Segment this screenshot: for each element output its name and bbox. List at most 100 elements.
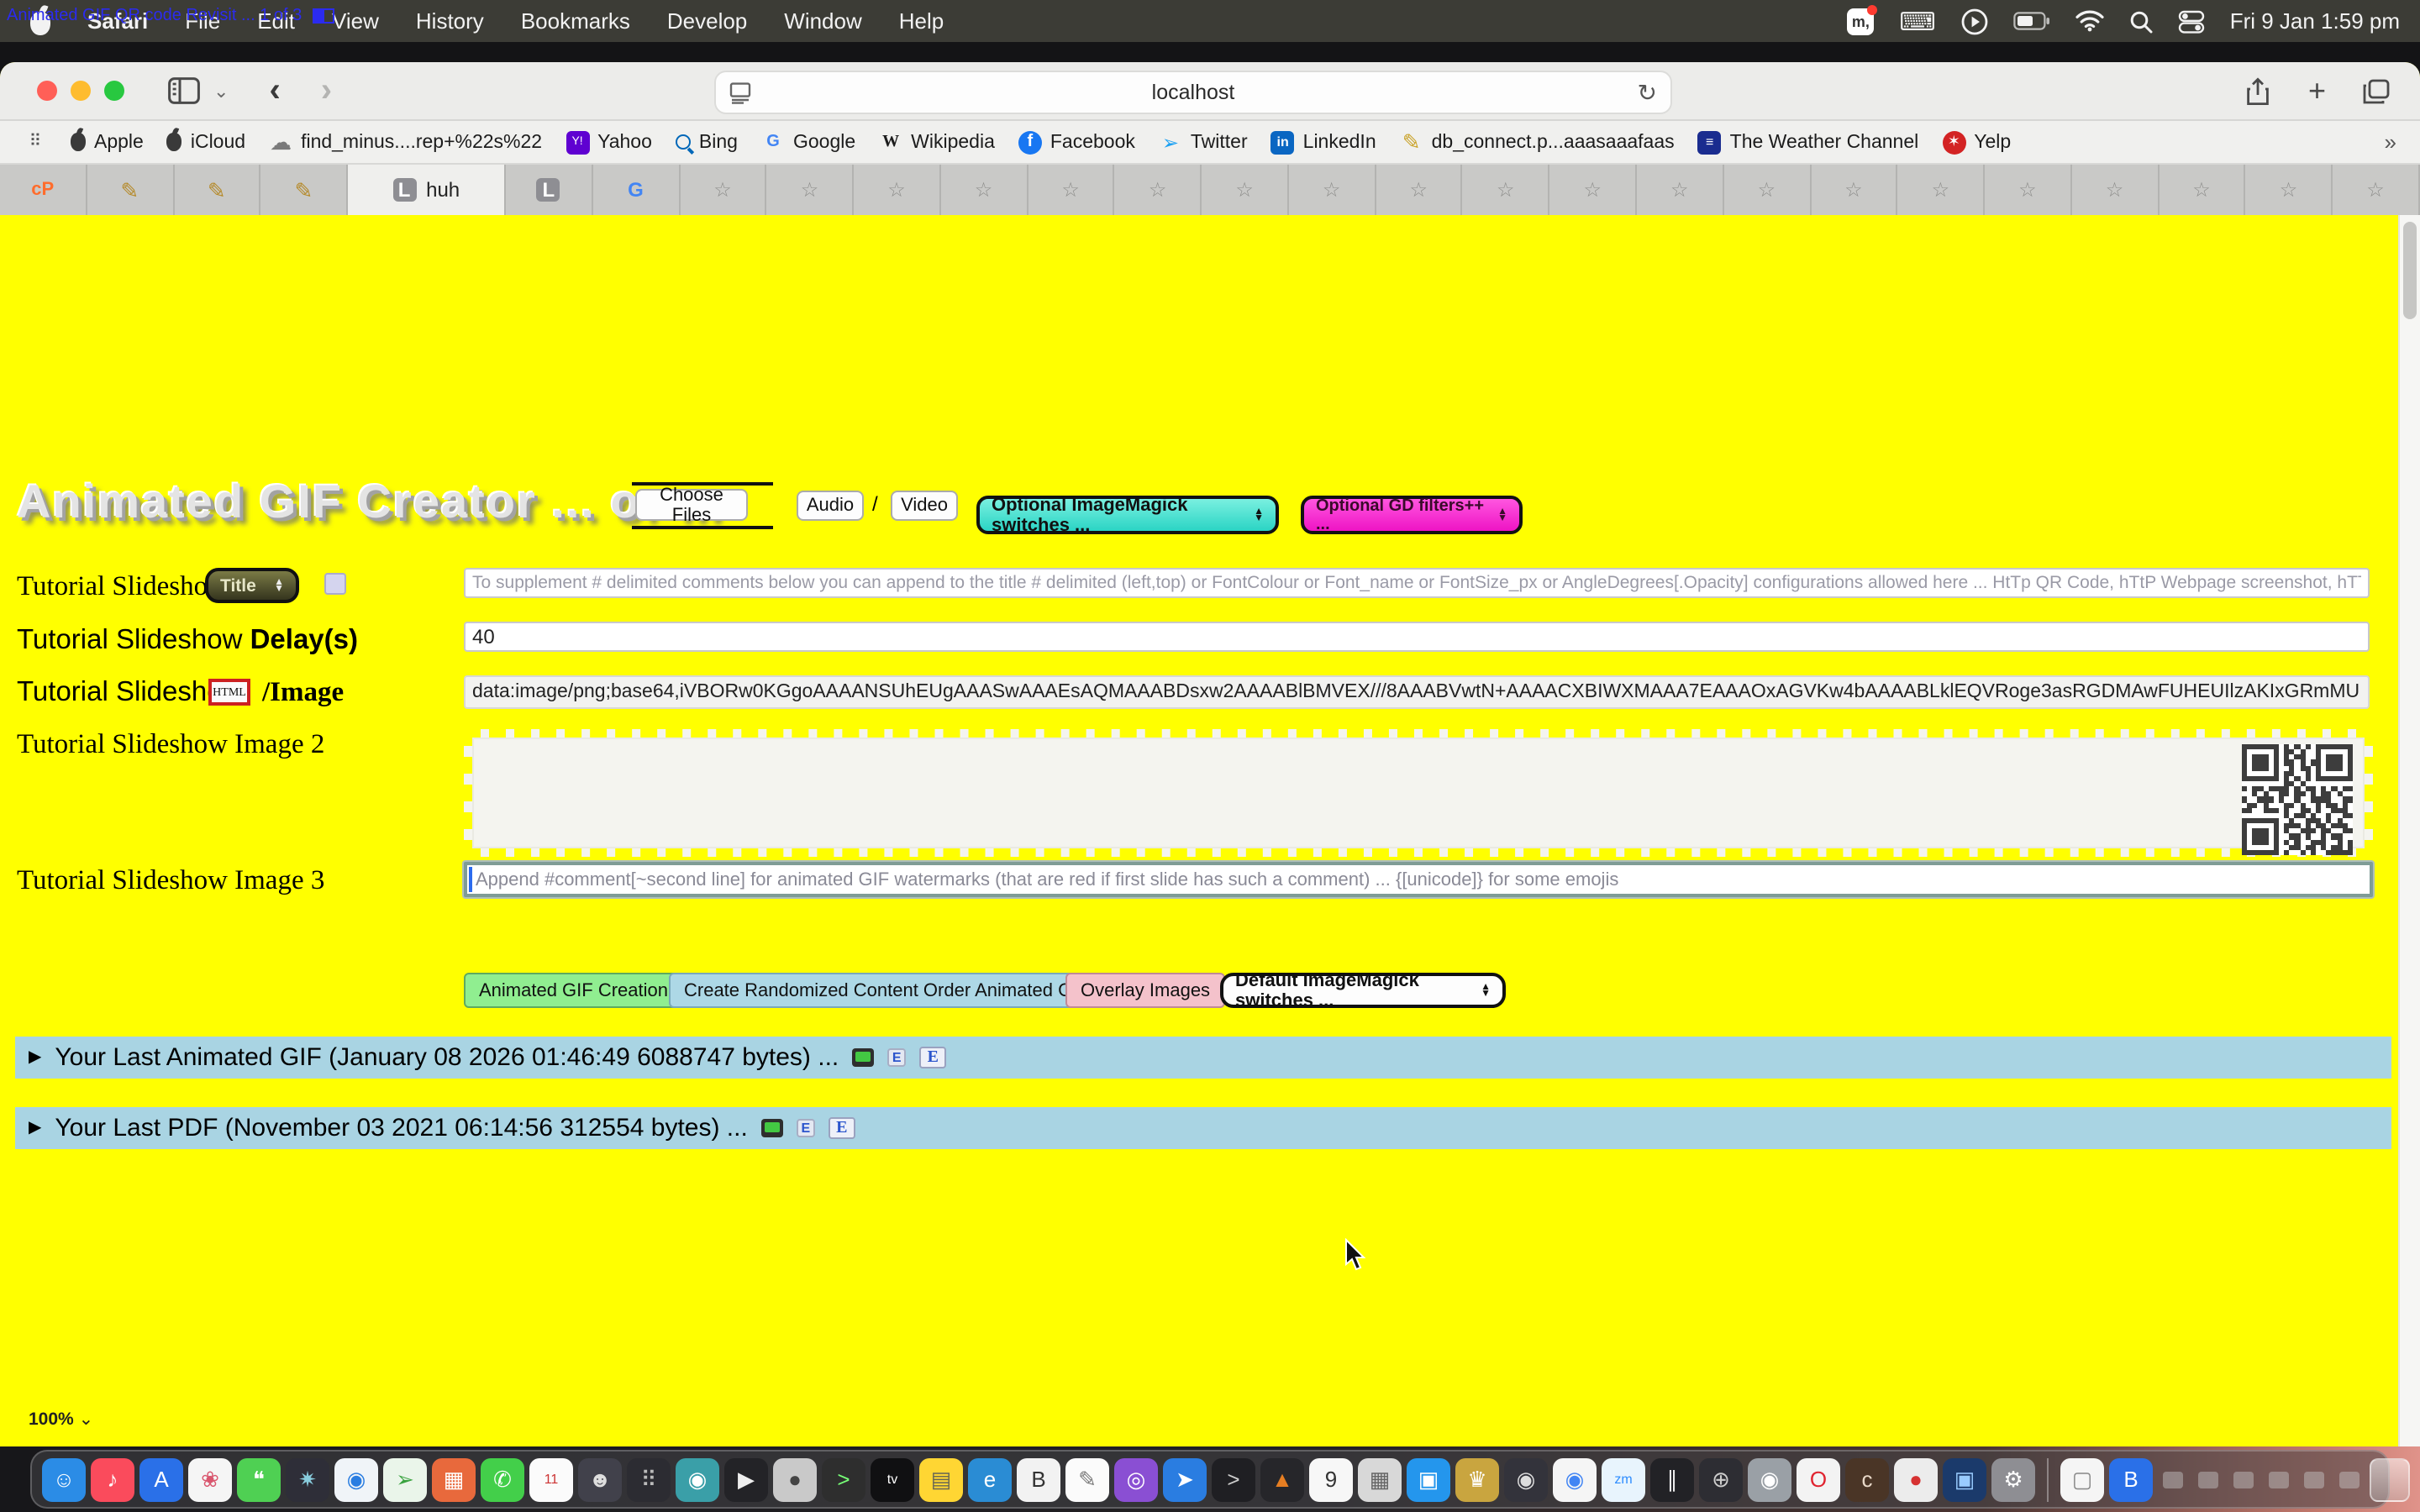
tab-empty[interactable]: ☆ xyxy=(2072,165,2160,215)
tab-localhost[interactable]: L xyxy=(506,165,593,215)
tab-empty[interactable]: ☆ xyxy=(2333,165,2420,215)
menu-item-bookmarks[interactable]: Bookmarks xyxy=(521,8,630,34)
dock-app-gray-app-2[interactable]: ▦ xyxy=(1358,1457,1402,1501)
dock-app-system-settings[interactable]: ⚙ xyxy=(1991,1457,2035,1501)
dock-app-camera-app[interactable]: ◉ xyxy=(1504,1457,1548,1501)
sidebar-icon[interactable] xyxy=(168,77,200,104)
minimized-window[interactable] xyxy=(2269,1471,2289,1488)
bookmark-item[interactable]: Bing xyxy=(676,132,738,152)
dock-app-coffee-app[interactable]: c xyxy=(1845,1457,1889,1501)
play-icon[interactable] xyxy=(1961,8,1988,34)
tab-huh[interactable]: Lhuh xyxy=(348,165,506,215)
forward-button[interactable]: › xyxy=(321,74,332,108)
dock-app-parallels[interactable]: ∥ xyxy=(1650,1457,1694,1501)
disclosure-triangle-icon[interactable]: ▶ xyxy=(29,1048,41,1067)
dock-app-bbedit[interactable]: B xyxy=(1017,1457,1060,1501)
dock-app-textedit[interactable]: ✎ xyxy=(1065,1457,1109,1501)
tab-empty[interactable]: ☆ xyxy=(1289,165,1376,215)
minimized-window[interactable] xyxy=(2198,1471,2218,1488)
dock-app-safari[interactable]: ◉ xyxy=(334,1457,378,1501)
envelope-icon[interactable]: E xyxy=(919,1047,946,1068)
menu-item-view[interactable]: View xyxy=(332,8,379,34)
choose-files-button[interactable]: Choose Files xyxy=(635,489,748,521)
tab-empty[interactable]: ☆ xyxy=(1202,165,1289,215)
minimized-window[interactable] xyxy=(2163,1471,2183,1488)
dock-app-finder[interactable]: ☺ xyxy=(42,1457,86,1501)
dock-app-zoom[interactable]: zm xyxy=(1602,1457,1645,1501)
zoom-button[interactable] xyxy=(104,81,124,101)
dock-app-calendar[interactable]: 11 xyxy=(529,1457,573,1501)
bookmark-item[interactable]: GGoogle xyxy=(761,130,855,154)
title-select[interactable]: Title ▲▼ xyxy=(205,568,299,603)
url-field[interactable]: localhost ↻ xyxy=(714,71,1672,114)
keyboard-icon[interactable]: ⌨ xyxy=(1899,6,1935,36)
tab-empty[interactable]: ☆ xyxy=(680,165,767,215)
last-gif-summary[interactable]: ▶ Your Last Animated GIF (January 08 202… xyxy=(15,1037,2391,1079)
audio-button[interactable]: Audio xyxy=(797,491,864,521)
bookmark-item[interactable]: ⠿ xyxy=(24,130,47,154)
tab-empty[interactable]: ☆ xyxy=(1811,165,1898,215)
tab-editor-1[interactable]: ✎ xyxy=(87,165,175,215)
dock-app-vlc[interactable]: ▲ xyxy=(1260,1457,1304,1501)
bookmark-item[interactable]: inLinkedIn xyxy=(1271,130,1376,154)
minimize-button[interactable] xyxy=(71,81,91,101)
dock-app-contacts[interactable]: ☻ xyxy=(578,1457,622,1501)
dock-app-app-window[interactable]: ▢ xyxy=(2060,1457,2104,1501)
dock-app-numbers-9[interactable]: 9 xyxy=(1309,1457,1353,1501)
disclosure-triangle-icon[interactable]: ▶ xyxy=(29,1119,41,1137)
dock-app-gold-app[interactable]: ♛ xyxy=(1455,1457,1499,1501)
dock-app-launchpad[interactable]: ⠿ xyxy=(627,1457,671,1501)
tab-editor-3[interactable]: ✎ xyxy=(261,165,349,215)
tab-empty[interactable]: ☆ xyxy=(1463,165,1550,215)
menu-item-history[interactable]: History xyxy=(416,8,484,34)
tab-empty[interactable]: ☆ xyxy=(854,165,941,215)
default-imagemagick-select[interactable]: Default ImageMagick switches ... ▲▼ xyxy=(1220,973,1506,1008)
trash-icon[interactable] xyxy=(2370,1457,2410,1501)
data-uri-input[interactable] xyxy=(464,675,2370,709)
image2-dropzone[interactable] xyxy=(464,729,2373,857)
tab-empty[interactable]: ☆ xyxy=(1028,165,1115,215)
dock-app-compass-app[interactable]: ➤ xyxy=(1163,1457,1207,1501)
dock-app-music[interactable]: ♪ xyxy=(91,1457,134,1501)
dock-app-quicktime[interactable]: ▶ xyxy=(724,1457,768,1501)
dock-app-chrome[interactable]: ◉ xyxy=(1553,1457,1597,1501)
bookmark-item[interactable]: ➢Twitter xyxy=(1159,130,1248,154)
tab-empty[interactable]: ☆ xyxy=(767,165,855,215)
bookmark-item[interactable]: ☁find_minus....rep+%22s%22 xyxy=(269,130,542,154)
dock-app-podcasts[interactable]: ◎ xyxy=(1114,1457,1158,1501)
menu-item-help[interactable]: Help xyxy=(899,8,944,34)
dock-app-facetime[interactable]: ✆ xyxy=(481,1457,524,1501)
close-button[interactable] xyxy=(37,81,57,101)
dock-app-gray-app[interactable]: ● xyxy=(773,1457,817,1501)
email-stamp-icon[interactable]: E xyxy=(797,1119,815,1137)
dock-app-docker[interactable]: ▣ xyxy=(1407,1457,1450,1501)
tab-empty[interactable]: ☆ xyxy=(1898,165,1986,215)
dock-app-maps[interactable]: ➢ xyxy=(383,1457,427,1501)
tab-editor-2[interactable]: ✎ xyxy=(174,165,261,215)
image3-comment-input[interactable] xyxy=(464,862,2373,897)
bookmark-item[interactable]: ✶Yelp xyxy=(1942,130,2011,154)
wifi-icon[interactable] xyxy=(2075,10,2104,32)
dock-app-photos[interactable]: ❀ xyxy=(188,1457,232,1501)
battery-icon[interactable] xyxy=(2013,12,2050,30)
scrollbar-thumb[interactable] xyxy=(2403,222,2417,319)
bookmark-item[interactable]: Apple xyxy=(71,132,144,152)
envelope-icon[interactable]: E xyxy=(829,1117,855,1139)
tab-overview-icon[interactable] xyxy=(2363,78,2390,103)
animated-gif-creation-button[interactable]: Animated GIF Creation xyxy=(464,973,683,1008)
tab-empty[interactable]: ☆ xyxy=(2246,165,2333,215)
tab-google[interactable]: G xyxy=(593,165,681,215)
dock-app-media-app[interactable]: ✷ xyxy=(286,1457,329,1501)
delay-input[interactable] xyxy=(464,622,2370,652)
tab-empty[interactable]: ☆ xyxy=(1985,165,2072,215)
imagemagick-switches-select[interactable]: Optional ImageMagick switches ... ▲▼ xyxy=(976,496,1279,534)
minimized-window[interactable] xyxy=(2304,1471,2324,1488)
dock-app-opera[interactable]: O xyxy=(1797,1457,1840,1501)
overlay-images-button[interactable]: Overlay Images xyxy=(1065,973,1225,1008)
menubar-app-icon[interactable]: m, xyxy=(1847,8,1874,34)
title-checkbox[interactable] xyxy=(324,573,346,595)
dock-app-app-store[interactable]: A xyxy=(139,1457,183,1501)
dock-app-photo-booth[interactable]: ◉ xyxy=(676,1457,719,1501)
tab-empty[interactable]: ☆ xyxy=(1376,165,1463,215)
dock-app-bluetooth-app[interactable]: B xyxy=(2109,1457,2153,1501)
